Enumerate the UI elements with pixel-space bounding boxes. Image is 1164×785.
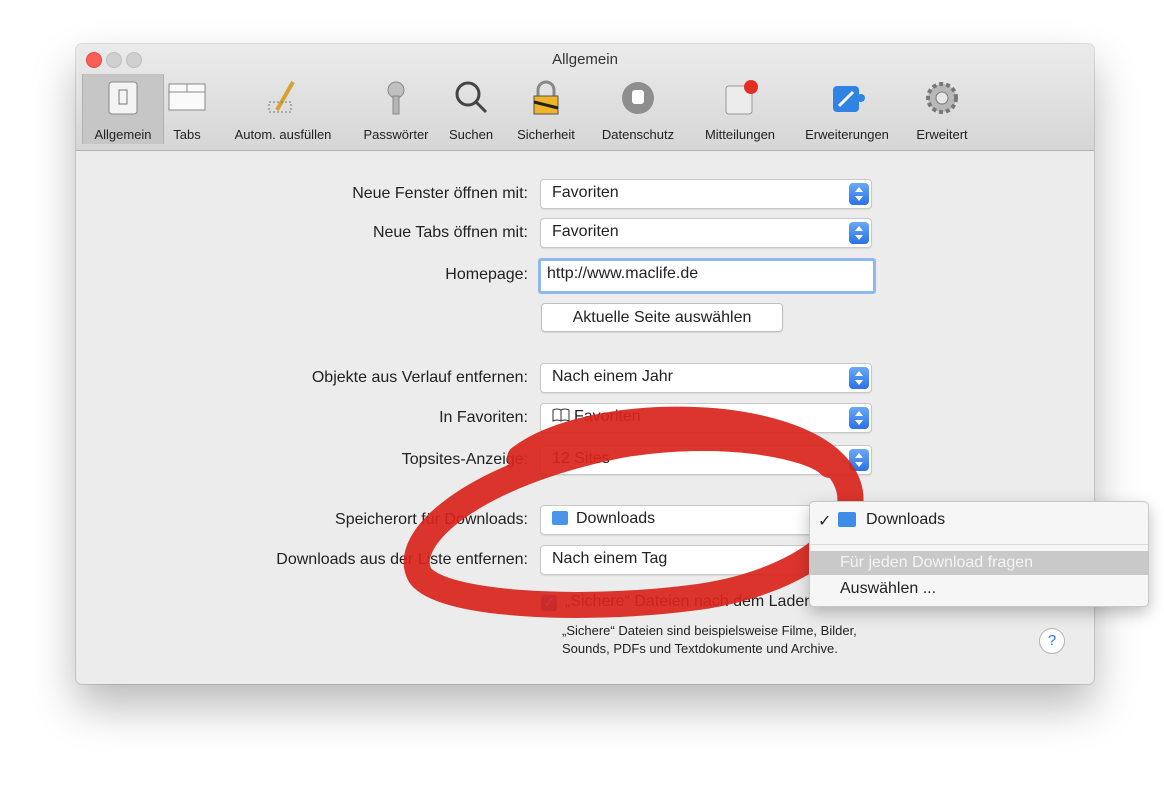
checkmark-icon: ✓ — [818, 513, 832, 530]
download-location-menu: ✓ Downloads Für jeden Download fragen Au… — [809, 501, 1149, 607]
menu-item-choose[interactable]: Auswählen ... — [840, 580, 936, 598]
menu-separator — [810, 544, 1148, 545]
menu-item-ask-each-download[interactable]: Für jeden Download fragen — [840, 554, 1033, 572]
annotation-circle — [403, 406, 864, 618]
menu-item-downloads[interactable]: Downloads — [866, 511, 945, 529]
folder-icon — [838, 512, 856, 527]
